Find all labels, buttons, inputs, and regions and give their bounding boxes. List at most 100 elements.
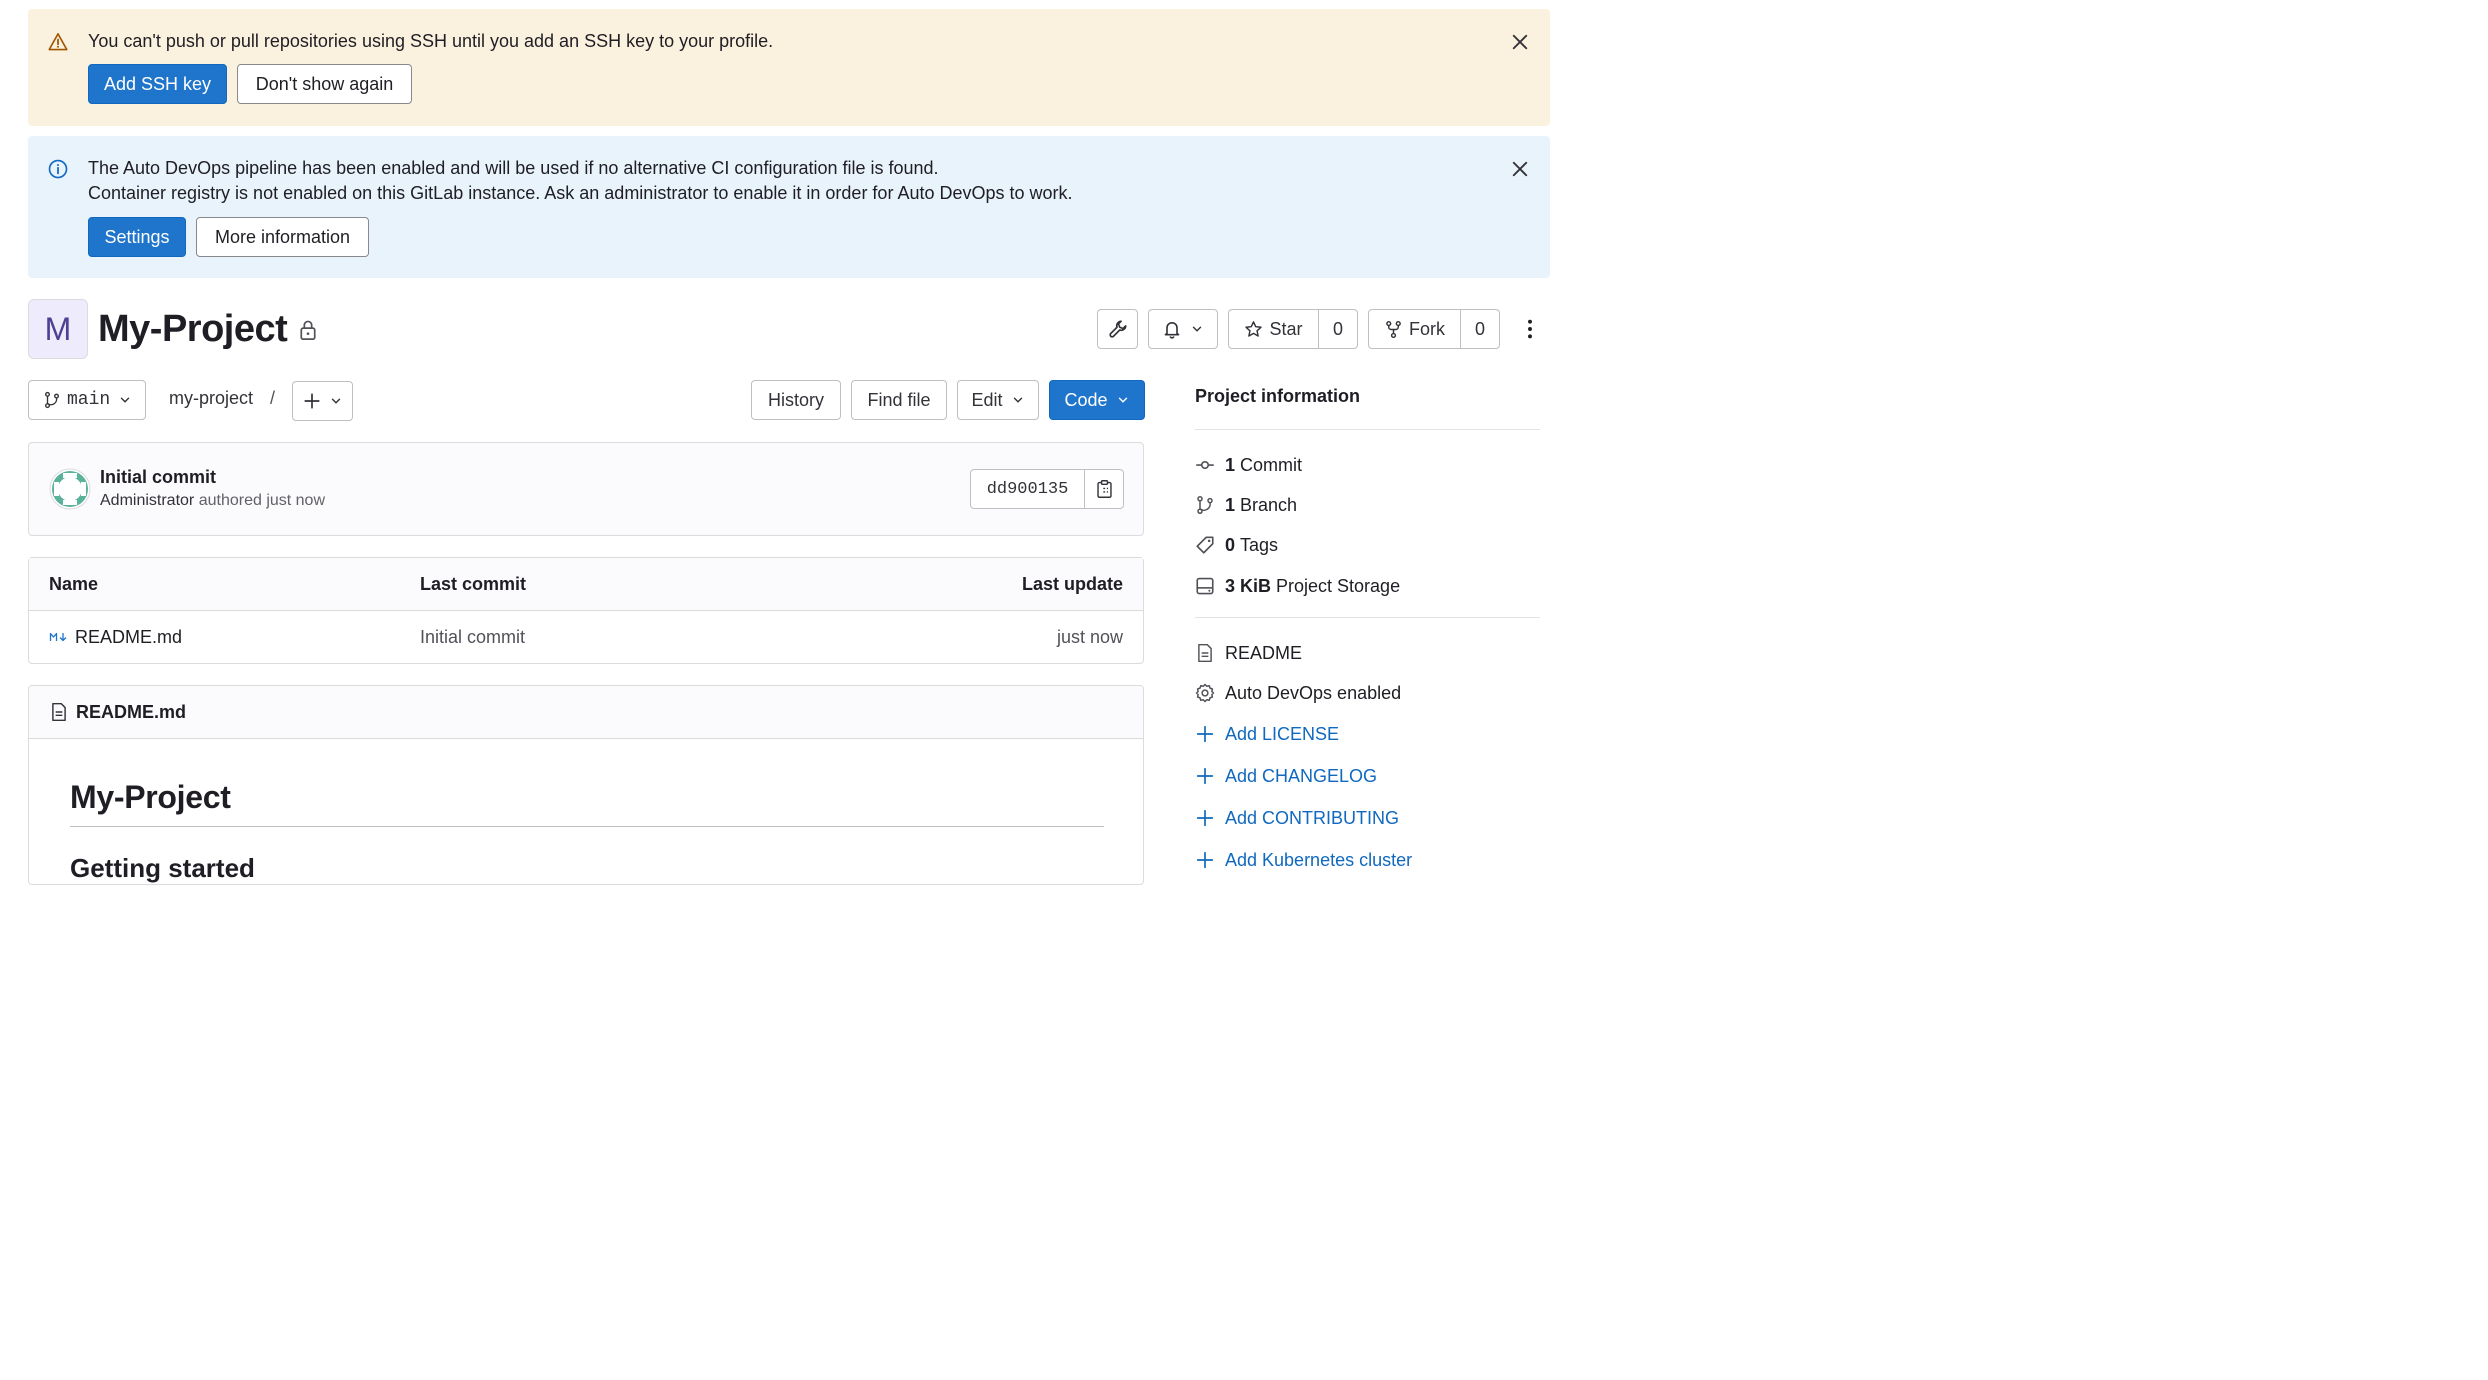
ssh-key-alert: You can't push or pull repositories usin…	[28, 9, 1550, 126]
sidebar-item-auto-devops[interactable]: Auto DevOps enabled	[1195, 681, 1401, 705]
plus-icon	[1196, 767, 1214, 785]
sidebar-divider	[1195, 617, 1540, 618]
readme-panel: README.md My-Project Getting started	[28, 685, 1144, 885]
tag-label: Tags	[1240, 534, 1279, 555]
code-label: Code	[1064, 389, 1108, 410]
star-label: Star	[1269, 318, 1303, 339]
breadcrumb-project[interactable]: my-project	[169, 388, 253, 409]
project-title: My-Project	[98, 308, 288, 350]
warning-icon	[48, 33, 68, 51]
project-information-title: Project information	[1195, 386, 1361, 406]
branch-icon	[45, 391, 59, 409]
table-header: Name Last commit Last update	[29, 558, 1143, 611]
branch-name: main	[67, 390, 111, 410]
author-avatar[interactable]	[49, 468, 91, 510]
commit-count: 1	[1225, 454, 1236, 475]
ssh-alert-message: You can't push or pull repositories usin…	[88, 31, 774, 51]
readme-filename[interactable]: README.md	[76, 702, 186, 723]
add-contributing-link[interactable]: Add CONTRIBUTING	[1195, 806, 1399, 830]
star-button[interactable]: Star	[1229, 310, 1318, 348]
sidebar-item-storage[interactable]: 3 KiB Project Storage	[1195, 574, 1400, 598]
clipboard-icon	[1096, 480, 1112, 498]
table-row[interactable]: README.md Initial commit just now	[29, 611, 1143, 663]
sidebar-divider	[1195, 429, 1540, 430]
add-kubernetes-label: Add Kubernetes cluster	[1225, 849, 1413, 870]
branch-label: Branch	[1240, 494, 1298, 515]
edit-dropdown[interactable]: Edit	[957, 380, 1039, 420]
star-icon	[1245, 320, 1263, 337]
branch-count: 1	[1225, 494, 1236, 515]
storage-size: 3 KiB	[1225, 575, 1272, 596]
code-dropdown[interactable]: Code	[1049, 380, 1145, 420]
readme-header: README.md	[29, 686, 1143, 739]
readme-subheading: Getting started	[70, 853, 255, 883]
dont-show-again-button[interactable]: Don't show again	[237, 64, 412, 104]
more-information-button[interactable]: More information	[196, 217, 369, 257]
add-contributing-label: Add CONTRIBUTING	[1225, 807, 1400, 828]
add-kubernetes-cluster-link[interactable]: Add Kubernetes cluster	[1195, 848, 1412, 872]
markdown-icon	[49, 632, 67, 642]
commit-meta: Administrator authored just now	[100, 492, 325, 510]
lock-icon	[300, 320, 316, 341]
chevron-down-icon	[331, 398, 340, 404]
devops-alert-line-2: Container registry is not enabled on thi…	[88, 183, 1073, 203]
sidebar-item-commits[interactable]: 1 Commit	[1195, 453, 1302, 477]
file-name[interactable]: README.md	[75, 627, 182, 648]
more-actions-icon[interactable]	[1520, 318, 1540, 340]
header-name: Name	[49, 573, 99, 594]
readme-link-label: README	[1225, 642, 1303, 663]
sidebar-item-branches[interactable]: 1 Branch	[1195, 493, 1297, 517]
add-to-tree-dropdown[interactable]	[292, 381, 353, 421]
commit-title[interactable]: Initial commit	[100, 467, 216, 488]
plus-icon	[1196, 809, 1214, 827]
star-count[interactable]: 0	[1319, 310, 1357, 348]
fork-count[interactable]: 0	[1461, 310, 1499, 348]
file-tree-table: Name Last commit Last update README.md I…	[28, 557, 1144, 664]
branch-icon	[1197, 495, 1213, 514]
document-icon	[1198, 643, 1212, 663]
project-avatar: M	[28, 299, 88, 359]
edit-label: Edit	[971, 389, 1003, 410]
storage-label: Project Storage	[1276, 575, 1401, 596]
auto-devops-alert: The Auto DevOps pipeline has been enable…	[28, 136, 1550, 278]
file-name-cell[interactable]: README.md	[49, 611, 182, 663]
readme-divider	[70, 826, 1104, 827]
chevron-down-icon	[121, 397, 130, 403]
add-license-link[interactable]: Add LICENSE	[1195, 722, 1339, 746]
bell-icon	[1164, 322, 1180, 339]
commit-time: authored just now	[198, 492, 326, 509]
commit-sha[interactable]: dd900135	[971, 470, 1085, 508]
fork-button[interactable]: Fork	[1369, 310, 1460, 348]
add-ssh-key-button[interactable]: Add SSH key	[88, 64, 227, 104]
fork-button-group: Fork 0	[1368, 309, 1500, 349]
notifications-dropdown[interactable]	[1148, 309, 1218, 349]
fork-label: Fork	[1409, 318, 1445, 339]
find-file-button[interactable]: Find file	[851, 380, 947, 420]
chevron-down-icon	[1192, 326, 1202, 332]
plus-icon	[1196, 725, 1214, 743]
add-changelog-link[interactable]: Add CHANGELOG	[1195, 764, 1377, 788]
fork-icon	[1386, 320, 1401, 338]
document-icon	[52, 702, 66, 722]
gear-icon	[1195, 683, 1215, 703]
history-button[interactable]: History	[751, 380, 841, 420]
settings-button[interactable]: Settings	[88, 217, 186, 257]
copy-sha-button[interactable]	[1085, 470, 1123, 508]
file-commit-message[interactable]: Initial commit	[420, 611, 525, 663]
add-license-label: Add LICENSE	[1225, 723, 1340, 744]
readme-heading: My-Project	[70, 779, 231, 815]
commit-author[interactable]: Administrator	[100, 492, 194, 509]
header-last-commit: Last commit	[420, 573, 527, 594]
sidebar-item-tags[interactable]: 0 Tags	[1195, 533, 1278, 557]
branch-selector[interactable]: main	[28, 380, 146, 420]
commit-sha-group: dd900135	[970, 469, 1124, 509]
project-settings-button[interactable]	[1097, 309, 1138, 349]
auto-devops-label: Auto DevOps enabled	[1225, 682, 1402, 703]
sidebar-item-readme[interactable]: README	[1195, 641, 1302, 665]
commit-icon	[1196, 460, 1214, 470]
chevron-down-icon	[1118, 397, 1127, 403]
close-icon[interactable]	[1510, 159, 1530, 179]
breadcrumb-separator: /	[270, 388, 276, 408]
close-icon[interactable]	[1510, 32, 1530, 52]
wrench-icon	[1108, 320, 1127, 338]
